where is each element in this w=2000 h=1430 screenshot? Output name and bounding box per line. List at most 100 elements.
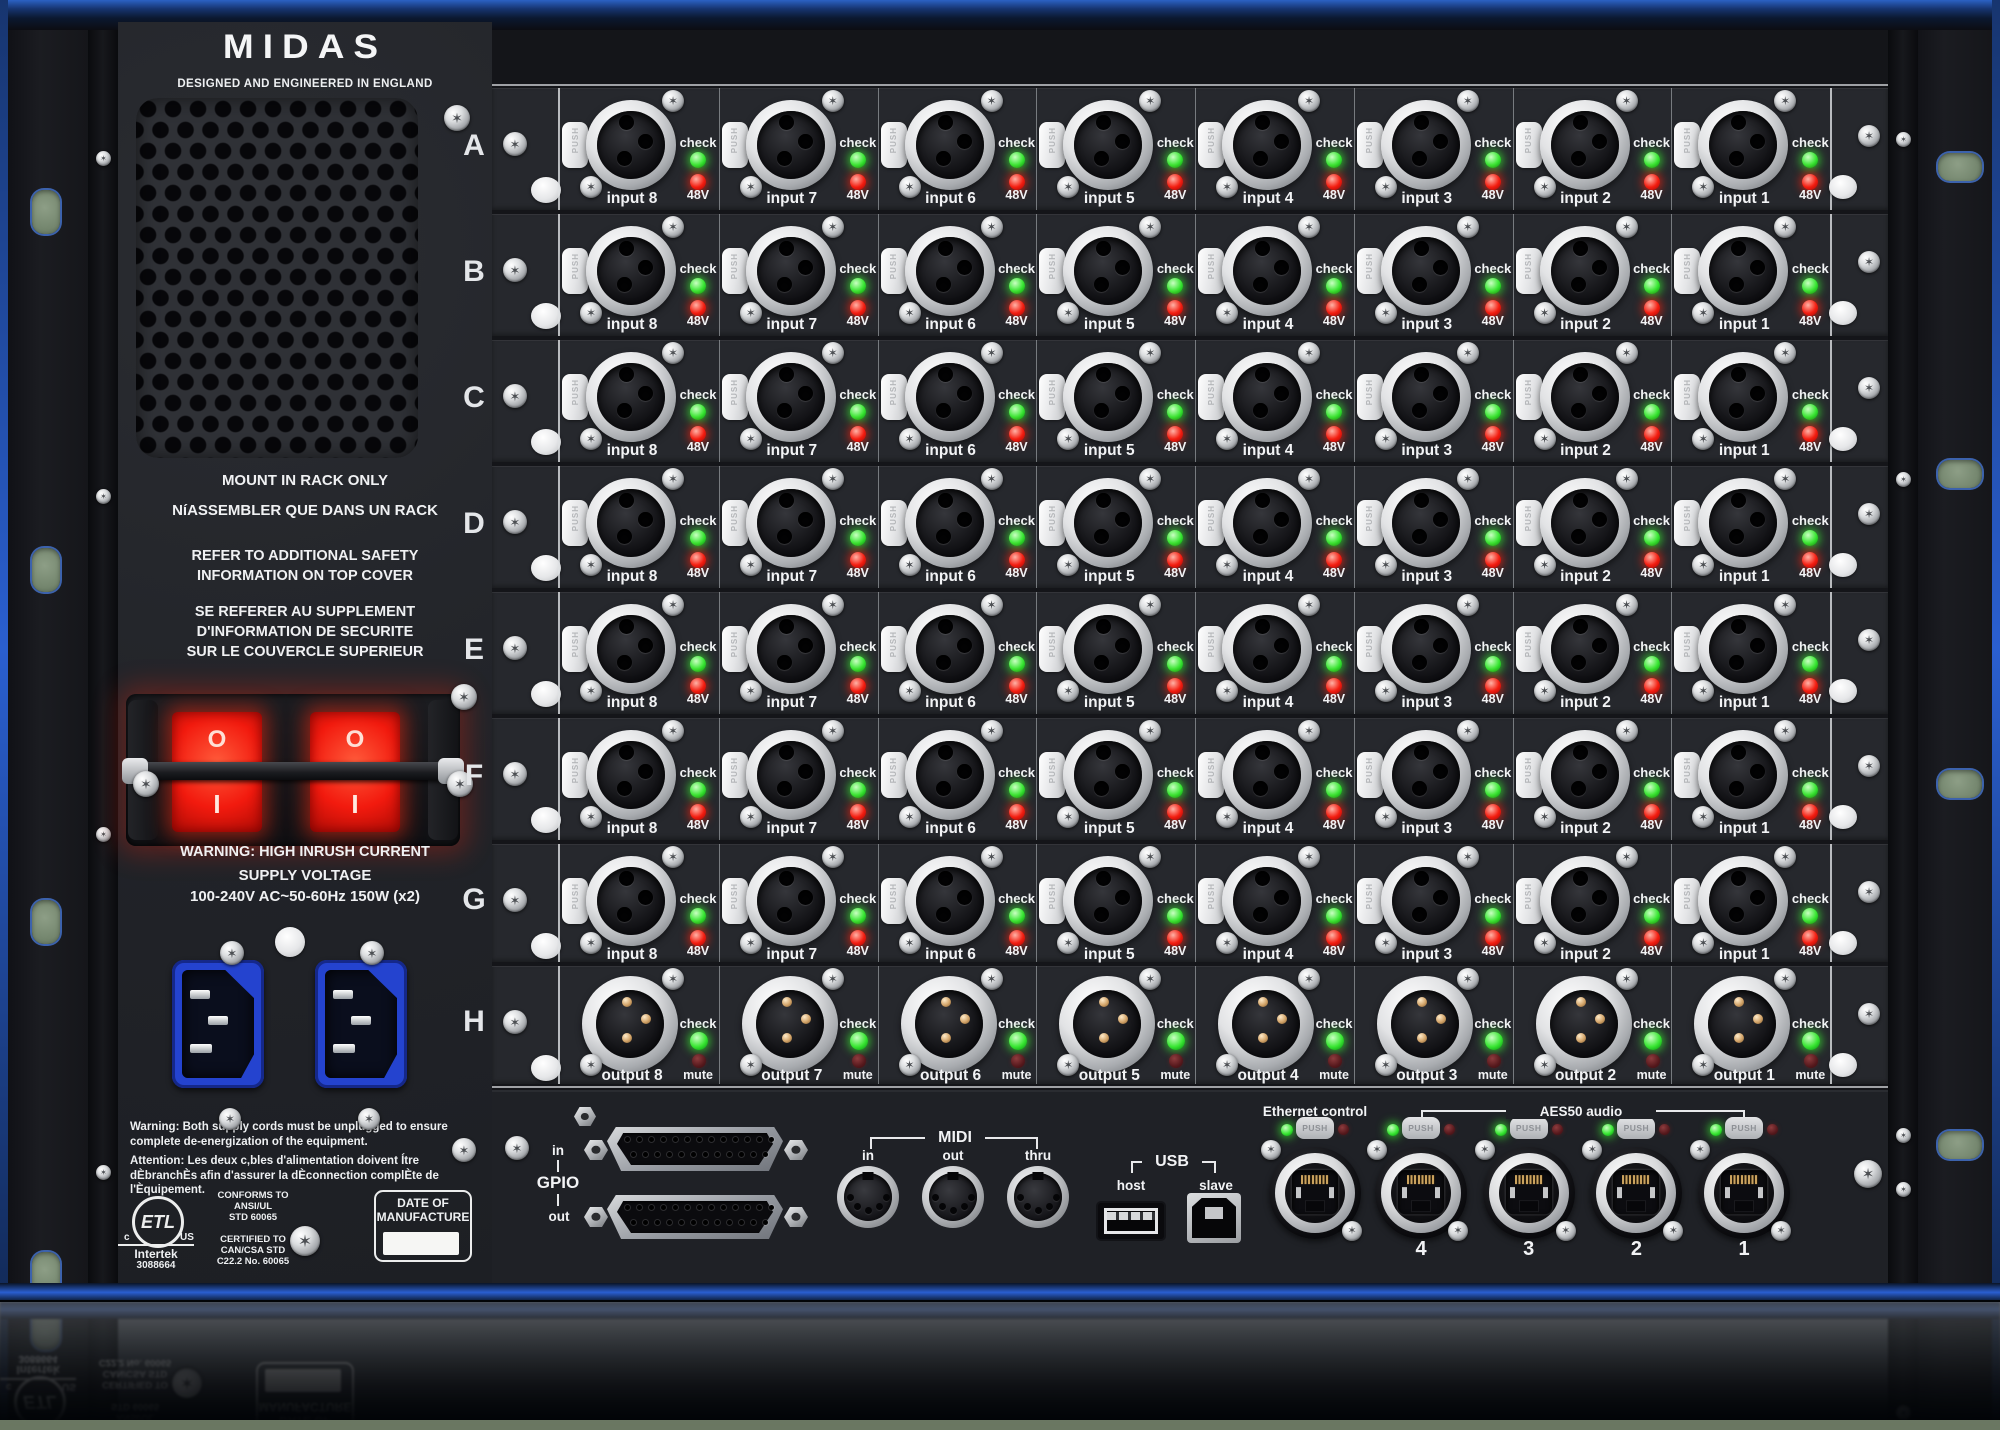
torx-screw-icon xyxy=(662,594,684,616)
torx-screw-icon xyxy=(899,554,921,576)
supply-voltage-label: SUPPLY VOLTAGE xyxy=(118,867,492,884)
torx-screw-icon xyxy=(1057,554,1079,576)
phantom-48v-label: 48V xyxy=(993,692,1041,706)
torx-screw-icon xyxy=(740,806,762,828)
phantom-48v-label: 48V xyxy=(1628,944,1676,958)
torx-screw-icon xyxy=(1457,720,1479,742)
phantom-48v-led xyxy=(1009,426,1025,442)
torx-screw-icon xyxy=(1774,720,1796,742)
io-cell-G-input-3: PUSH check 48V input 3 xyxy=(1354,844,1514,962)
xlr-female-connector xyxy=(1063,604,1153,694)
link-led xyxy=(1710,1124,1722,1136)
check-led xyxy=(1485,656,1501,672)
phantom-48v-label: 48V xyxy=(1151,818,1199,832)
indicator-lamp xyxy=(531,1055,561,1081)
phantom-48v-led xyxy=(1009,804,1025,820)
mount-warning-fr: NíASSEMBLER QUE DANS UN RACK xyxy=(118,502,492,519)
push-latch-tab: PUSH xyxy=(1039,626,1065,672)
io-cell-H-output-7: check mute output 7 xyxy=(719,966,879,1084)
channel-label: input 5 xyxy=(1037,442,1181,460)
phantom-48v-label: 48V xyxy=(674,566,722,580)
torx-screw-icon xyxy=(1774,968,1796,990)
xlr-female-connector xyxy=(1698,478,1788,568)
push-latch-tab: PUSH xyxy=(1198,752,1224,798)
channel-label: input 5 xyxy=(1037,946,1181,964)
chassis-left-edge xyxy=(0,0,8,1300)
push-latch-tab: PUSH xyxy=(1510,1117,1548,1139)
phantom-48v-label: 48V xyxy=(674,440,722,454)
torx-screw-icon xyxy=(1858,1003,1880,1025)
io-cell-F-input-3: PUSH check 48V input 3 xyxy=(1354,718,1514,840)
io-cell-A-input-2: PUSH check 48V input 2 xyxy=(1513,88,1673,210)
mute-led xyxy=(1328,1054,1342,1068)
link-led xyxy=(1281,1124,1293,1136)
check-led xyxy=(1326,782,1342,798)
torx-screw-icon xyxy=(1858,755,1880,777)
io-cell-H-output-5: check mute output 5 xyxy=(1036,966,1196,1084)
torx-screw-icon xyxy=(1582,1140,1602,1160)
check-label: check xyxy=(1786,387,1834,402)
check-label: check xyxy=(1469,639,1517,654)
channel-label: input 2 xyxy=(1514,190,1658,208)
torx-screw-icon xyxy=(220,941,244,965)
table-reflection: MIDAS DESIGNED AND ENGINEERED IN ENGLAND… xyxy=(0,1302,2000,1430)
phantom-48v-label: 48V xyxy=(993,566,1041,580)
mute-label: mute xyxy=(1469,1068,1517,1082)
torx-screw-icon xyxy=(822,90,844,112)
date-of-manufacture-label: DATE OF MANUFACTURE xyxy=(376,1196,470,1224)
channel-label: input 3 xyxy=(1355,190,1499,208)
torx-screw-icon xyxy=(662,846,684,868)
phantom-48v-label: 48V xyxy=(674,314,722,328)
phantom-48v-label: 48V xyxy=(674,944,722,958)
push-latch-tab: PUSH xyxy=(562,122,588,168)
torx-screw-icon xyxy=(1616,342,1638,364)
check-label: check xyxy=(1469,387,1517,402)
channel-label: input 3 xyxy=(1355,694,1499,712)
check-label: check xyxy=(834,891,882,906)
torx-screw-icon xyxy=(1858,251,1880,273)
phantom-48v-label: 48V xyxy=(1628,692,1676,706)
channel-label: input 6 xyxy=(879,694,1023,712)
io-row-B: B PUSH check 48V input 8 PUSH check 48V … xyxy=(492,214,1888,336)
io-cell-B-input-1: PUSH check 48V input 1 xyxy=(1671,214,1831,336)
channel-label: input 8 xyxy=(560,694,704,712)
phantom-48v-label: 48V xyxy=(1151,188,1199,202)
io-cell-C-input-4: PUSH check 48V input 4 xyxy=(1195,340,1355,462)
push-latch-tab: PUSH xyxy=(1725,1117,1763,1139)
xlr-male-connector xyxy=(742,976,838,1072)
phantom-48v-led xyxy=(1802,300,1818,316)
phantom-48v-led xyxy=(1167,678,1183,694)
indicator-lamp xyxy=(531,681,561,707)
torx-screw-icon xyxy=(1774,216,1796,238)
link-led xyxy=(1387,1124,1399,1136)
torx-screw-icon xyxy=(899,1054,921,1076)
push-latch-tab: PUSH xyxy=(722,878,748,924)
phantom-48v-label: 48V xyxy=(1628,314,1676,328)
torx-screw-icon xyxy=(981,342,1003,364)
push-latch-tab: PUSH xyxy=(1039,752,1065,798)
indicator-lamp xyxy=(531,933,561,959)
push-latch-tab: PUSH xyxy=(1039,374,1065,420)
brand-tagline: DESIGNED AND ENGINEERED IN ENGLAND xyxy=(118,78,492,90)
io-cell-F-input-7: PUSH check 48V input 7 xyxy=(719,718,879,840)
hex-bolt-icon xyxy=(574,1107,596,1126)
phantom-48v-led xyxy=(1485,552,1501,568)
torx-screw-icon xyxy=(1858,503,1880,525)
torx-screw-icon xyxy=(444,105,470,131)
push-latch-tab: PUSH xyxy=(722,122,748,168)
xlr-female-connector xyxy=(905,730,995,820)
check-label: check xyxy=(1310,261,1358,276)
push-latch-tab: PUSH xyxy=(1198,122,1224,168)
phantom-48v-led xyxy=(690,426,706,442)
torx-screw-icon xyxy=(1534,1054,1556,1076)
channel-label: output 8 xyxy=(560,1067,704,1085)
xlr-male-connector xyxy=(901,976,997,1072)
push-latch-tab: PUSH xyxy=(1674,248,1700,294)
usb-slave-label: slave xyxy=(1190,1178,1242,1193)
phantom-48v-label: 48V xyxy=(1469,818,1517,832)
torx-screw-icon xyxy=(290,1226,320,1256)
xlr-male-connector xyxy=(1377,976,1473,1072)
phantom-48v-label: 48V xyxy=(1310,692,1358,706)
torx-screw-icon xyxy=(1139,968,1161,990)
torx-screw-icon xyxy=(1367,1140,1387,1160)
